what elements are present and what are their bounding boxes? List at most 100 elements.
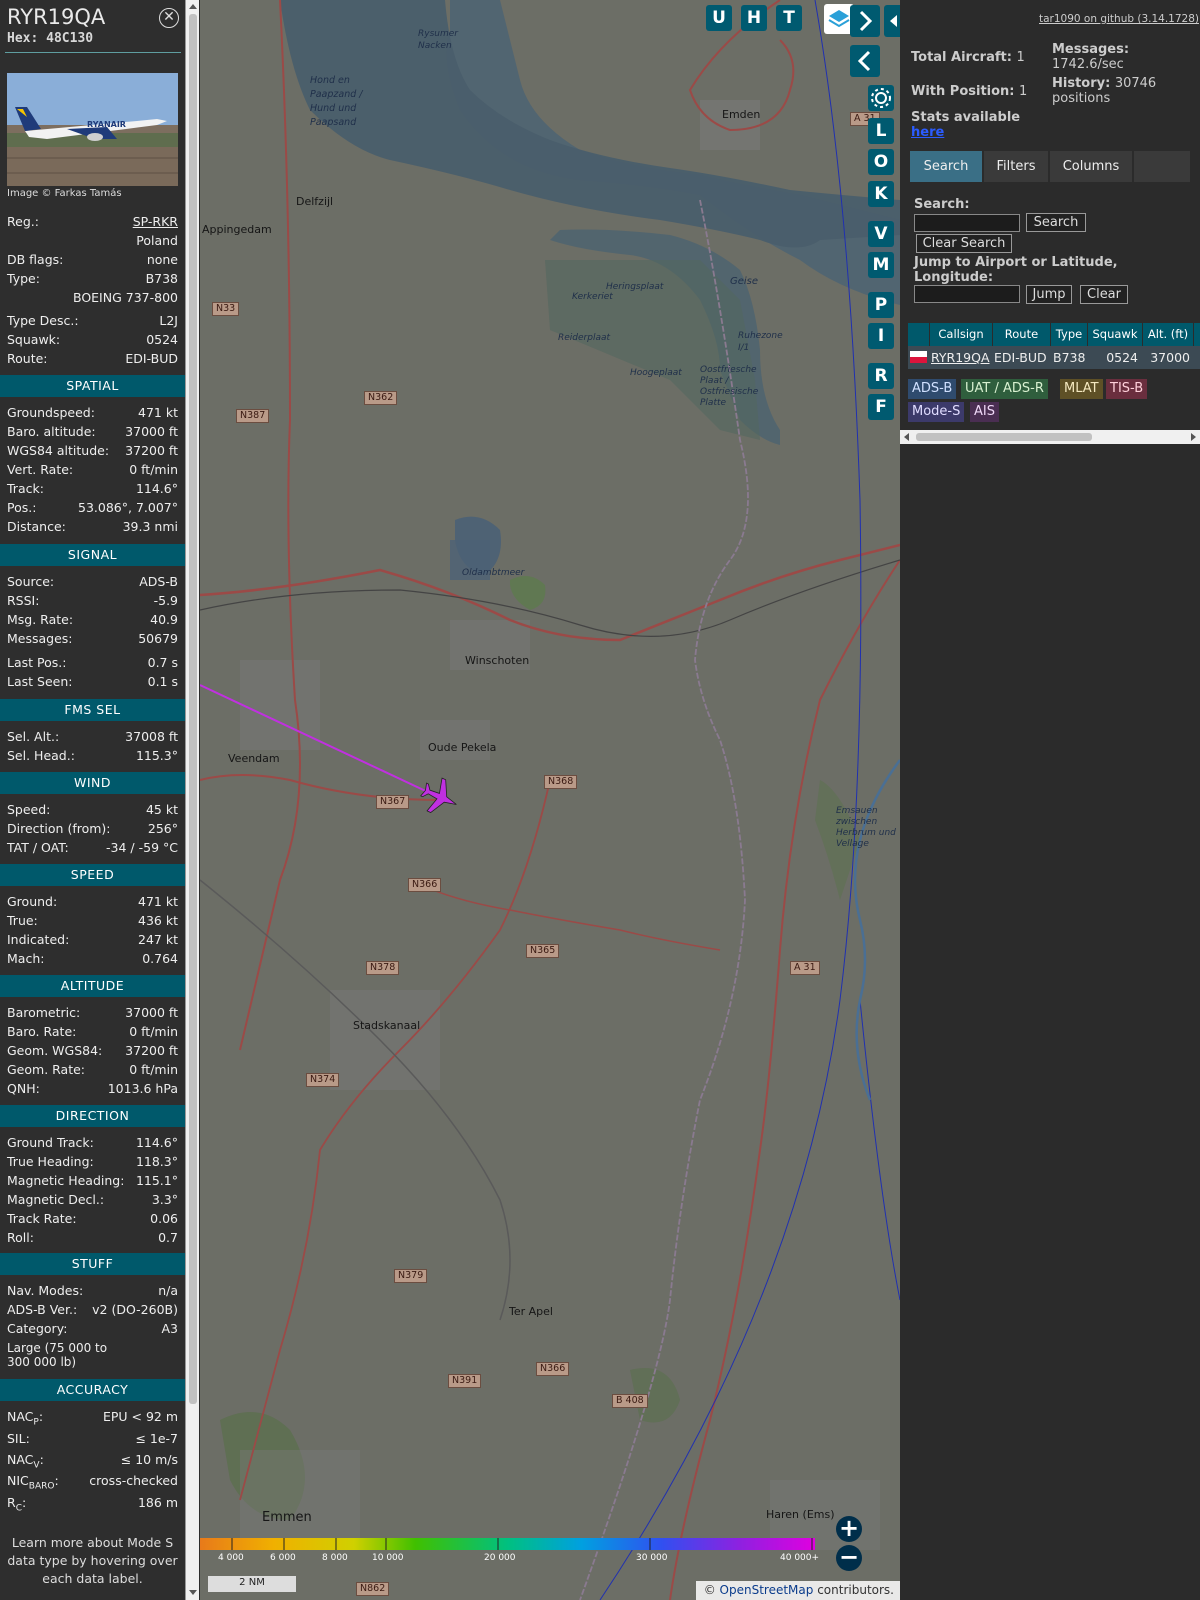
map-toggle-button-f[interactable]: F: [868, 394, 894, 420]
aircraft-photo[interactable]: RYANAIR: [7, 73, 178, 186]
db-flags-row-label: DB flags:: [7, 252, 64, 267]
search-button[interactable]: Search: [1026, 213, 1086, 232]
column-header-altitude[interactable]: Alt. (ft): [1143, 323, 1193, 346]
search-input[interactable]: [914, 214, 1020, 232]
toggle-hide-button[interactable]: H: [741, 5, 767, 31]
place-label: Emden: [722, 108, 761, 121]
map-canvas: [200, 0, 900, 1600]
history-count: History: 30746 positions: [1052, 76, 1157, 106]
source-legend-uat-ads-r[interactable]: UAT / ADS-R: [961, 379, 1048, 399]
road-label: A 31: [790, 961, 820, 975]
accuracy-value: EPU < 92 m: [102, 1409, 178, 1424]
section-stuff: STUFF: [0, 1253, 185, 1275]
altitude-tick-label: 40 000+: [780, 1553, 820, 1563]
column-header-callsign[interactable]: Callsign: [930, 323, 992, 346]
map-toggle-button-p[interactable]: P: [868, 292, 894, 318]
altitude-row-value: 37000 ft: [125, 1005, 178, 1020]
scroll-left-arrow[interactable]: [904, 433, 909, 441]
scrollbar-thumb[interactable]: [916, 433, 1092, 441]
jump-button[interactable]: Jump: [1026, 285, 1072, 304]
road-label: N365: [526, 944, 560, 958]
column-header-squawk[interactable]: Squawk: [1088, 323, 1142, 346]
search-label: Search:: [914, 197, 970, 212]
scroll-right-arrow[interactable]: [1191, 433, 1196, 441]
source-legend-mlat[interactable]: MLAT: [1060, 379, 1103, 399]
source-legend-mode-s[interactable]: Mode-S: [908, 402, 965, 422]
source-legend-tis-b[interactable]: TIS-B: [1106, 379, 1148, 399]
map-toggle-button-v[interactable]: V: [868, 221, 894, 247]
direction-row-value: 115.1°: [135, 1173, 178, 1188]
signal-row-value: ADS-B: [139, 574, 178, 589]
speed-row-label: True:: [7, 913, 38, 928]
registration-row-value[interactable]: SP-RKR: [133, 213, 178, 231]
stats-link[interactable]: here: [911, 125, 944, 140]
zoom-in-button[interactable]: +: [836, 1516, 862, 1542]
section-direction: DIRECTION: [0, 1105, 185, 1127]
map-toggle-button-l[interactable]: L: [868, 118, 894, 144]
collapse-button[interactable]: [850, 45, 880, 77]
clear-button[interactable]: Clear: [1080, 285, 1128, 304]
map-scale-bar: 2 NM: [208, 1576, 296, 1592]
speed-row: Indicated: 247 kt: [7, 931, 178, 949]
route-row-value: EDI-BUD: [125, 351, 178, 366]
map-toggle-button-r[interactable]: R: [868, 363, 894, 389]
map-toggle-button-o[interactable]: O: [868, 149, 894, 175]
scrollbar-thumb[interactable]: [189, 14, 197, 1404]
map-toggle-button-i[interactable]: I: [868, 323, 894, 349]
table-horizontal-scrollbar[interactable]: [900, 430, 1200, 444]
clear-search-button[interactable]: Clear Search: [916, 234, 1012, 253]
column-header-type[interactable]: Type: [1051, 323, 1087, 346]
place-label: Emsauen zwischen Herbrum und Vellage: [836, 806, 896, 849]
squawk-row-label: Squawk:: [7, 332, 61, 347]
scroll-down-arrow[interactable]: [189, 1590, 197, 1595]
altitude-row-value: 0 ft/min: [129, 1062, 178, 1077]
spatial-row-label: Vert. Rate:: [7, 462, 74, 477]
altitude-row-label: Geom. Rate:: [7, 1062, 86, 1077]
toggle-units-button[interactable]: U: [706, 5, 732, 31]
column-header-flag[interactable]: [908, 323, 929, 346]
speed-row: Mach: 0.764: [7, 950, 178, 968]
map-toggle-button-m[interactable]: M: [868, 252, 894, 278]
tab-filters[interactable]: Filters: [984, 151, 1048, 182]
place-label: Rysumer Nacken: [418, 29, 458, 51]
toggle-sidebar-button[interactable]: [884, 5, 900, 37]
map-toggle-button-k[interactable]: K: [868, 181, 894, 207]
accuracy-label: NACP:: [7, 1409, 44, 1428]
direction-row-label: Ground Track:: [7, 1135, 94, 1150]
jump-input[interactable]: [914, 285, 1020, 303]
accuracy-row: RC: 186 m: [7, 1494, 178, 1514]
settings-button[interactable]: [868, 85, 894, 111]
expand-button[interactable]: [850, 5, 880, 37]
tab-columns[interactable]: Columns: [1050, 151, 1132, 182]
row-callsign[interactable]: RYR19QA: [930, 346, 992, 369]
source-legend-ais[interactable]: AIS: [970, 402, 999, 422]
speed-row-value: 471 kt: [138, 894, 178, 909]
scroll-up-arrow[interactable]: [189, 4, 197, 9]
toggle-tracks-button[interactable]: T: [776, 5, 802, 31]
spatial-row: Track: 114.6°: [7, 480, 178, 498]
row-squawk: 0524: [1106, 350, 1138, 365]
direction-row-label: Magnetic Heading:: [7, 1173, 125, 1188]
spatial-row-value: 37000 ft: [125, 424, 178, 439]
osm-link[interactable]: OpenStreetMap: [720, 1583, 814, 1597]
source-legend-ads-b[interactable]: ADS-B: [908, 379, 957, 399]
message-rate: Messages: 1742.6/sec: [1052, 42, 1130, 72]
signal-row-label: Last Pos.:: [7, 655, 67, 670]
column-header-route[interactable]: Route: [993, 323, 1050, 346]
zoom-out-button[interactable]: −: [836, 1545, 862, 1571]
accuracy-label: SIL:: [7, 1431, 30, 1446]
direction-row-value: 0.7: [158, 1230, 178, 1245]
github-link[interactable]: tar1090 on github (3.14.1728): [1039, 13, 1199, 25]
close-icon[interactable]: ✕: [159, 8, 179, 28]
stuff-row-value: v2 (DO-260B): [92, 1302, 178, 1317]
section-speed: SPEED: [0, 864, 185, 886]
stuff-row-value: A3: [161, 1321, 178, 1336]
direction-row-label: True Heading:: [7, 1154, 94, 1169]
map-view[interactable]: Emden Delfzijl Appingedam Winschoten Oud…: [200, 0, 900, 1600]
altitude-tick-label: 8 000: [322, 1553, 348, 1563]
svg-text:RYANAIR: RYANAIR: [87, 120, 126, 129]
tab-search[interactable]: Search: [910, 151, 982, 182]
db-flags-row-value: none: [146, 252, 178, 267]
stats-available: Stats available here: [911, 110, 1021, 140]
sidebar-scrollbar[interactable]: [185, 0, 199, 1600]
